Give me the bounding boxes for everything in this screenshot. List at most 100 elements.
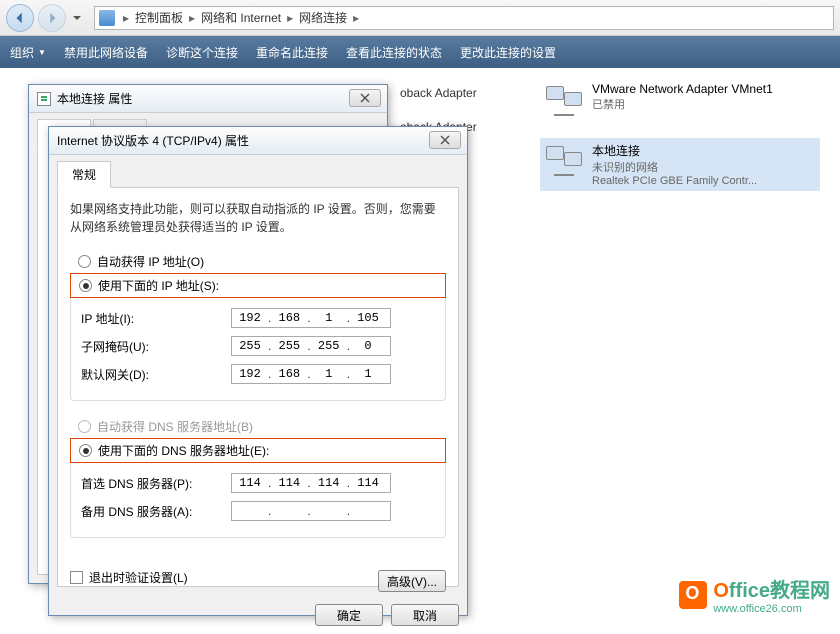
mask-seg-3[interactable] <box>311 339 347 353</box>
adapter-list: VMware Network Adapter VMnet1 已禁用 本地连接 未… <box>540 78 820 207</box>
adapter-vmnet1[interactable]: VMware Network Adapter VMnet1 已禁用 <box>540 78 820 122</box>
gw-seg-2[interactable] <box>271 367 307 381</box>
crumb-separator: ▸ <box>185 11 199 25</box>
dns2-label: 备用 DNS 服务器(A): <box>81 503 231 520</box>
dns2-seg-1[interactable] <box>232 504 268 518</box>
checkbox[interactable] <box>70 571 83 584</box>
close-button[interactable] <box>429 131 461 149</box>
dns1-label: 首选 DNS 服务器(P): <box>81 475 231 492</box>
ip-fields-group: IP 地址(I): . . . 子网掩码(U): . . . <box>70 298 446 401</box>
adapter-local[interactable]: 本地连接 未识别的网络 Realtek PCIe GBE Family Cont… <box>540 138 820 191</box>
organize-label: 组织 <box>10 44 34 61</box>
validate-label: 退出时验证设置(L) <box>89 569 188 586</box>
watermark-icon <box>679 581 707 609</box>
crumb-separator: ▸ <box>119 11 133 25</box>
dns2-seg-3[interactable] <box>311 504 347 518</box>
subnet-mask-label: 子网掩码(U): <box>81 338 231 355</box>
history-dropdown[interactable] <box>70 9 84 27</box>
ip-manual-label: 使用下面的 IP 地址(S): <box>98 277 219 294</box>
ipv4-properties-dialog: Internet 协议版本 4 (TCP/IPv4) 属性 常规 如果网络支持此… <box>48 126 468 616</box>
gw-seg-4[interactable] <box>350 367 386 381</box>
mask-seg-1[interactable] <box>232 339 268 353</box>
ok-button[interactable]: 确定 <box>315 604 383 626</box>
dns2-input[interactable]: . . . <box>231 501 391 521</box>
crumb-network-connections[interactable]: 网络连接 <box>297 9 349 26</box>
dns1-seg-3[interactable] <box>311 476 347 490</box>
ip-seg-2[interactable] <box>271 311 307 325</box>
dialog-title: Internet 协议版本 4 (TCP/IPv4) 属性 <box>57 132 249 149</box>
ip-seg-3[interactable] <box>311 311 347 325</box>
cancel-button[interactable]: 取消 <box>391 604 459 626</box>
dns-manual-label: 使用下面的 DNS 服务器地址(E): <box>98 442 269 459</box>
dialog-titlebar[interactable]: Internet 协议版本 4 (TCP/IPv4) 属性 <box>49 127 467 155</box>
command-bar: 组织 ▼ 禁用此网络设备 诊断这个连接 重命名此连接 查看此连接的状态 更改此连接… <box>0 36 840 68</box>
gw-seg-3[interactable] <box>311 367 347 381</box>
tab-strip: 常规 <box>49 155 467 188</box>
diagnose-connection-button[interactable]: 诊断这个连接 <box>166 44 238 61</box>
gw-seg-1[interactable] <box>232 367 268 381</box>
breadcrumb[interactable]: ▸ 控制面板 ▸ 网络和 Internet ▸ 网络连接 ▸ <box>94 6 834 30</box>
validate-on-exit-row[interactable]: 退出时验证设置(L) 高级(V)... <box>70 562 446 592</box>
watermark-url: www.office26.com <box>713 603 830 615</box>
ip-address-input[interactable]: . . . <box>231 308 391 328</box>
gateway-label: 默认网关(D): <box>81 366 231 383</box>
main-content: oback Adapter oback Adapter VMware Netwo… <box>0 68 840 625</box>
chevron-down-icon <box>73 14 81 22</box>
adapter-name: 本地连接 <box>592 142 757 159</box>
close-button[interactable] <box>349 89 381 107</box>
adapter-status: 已禁用 <box>592 96 773 112</box>
watermark-brand-rest: ffice教程网 <box>729 580 830 602</box>
dns1-seg-1[interactable] <box>232 476 268 490</box>
rename-connection-button[interactable]: 重命名此连接 <box>256 44 328 61</box>
description-text: 如果网络支持此功能，则可以获取自动指派的 IP 设置。否则，您需要从网络系统管理… <box>70 200 446 236</box>
crumb-control-panel[interactable]: 控制面板 <box>133 9 185 26</box>
radio-button[interactable] <box>79 279 92 292</box>
adapter-status: 未识别的网络 <box>592 159 757 175</box>
dns1-seg-4[interactable] <box>350 476 386 490</box>
watermark-brand-o: O <box>713 580 729 602</box>
dns-auto-radio-row: 自动获得 DNS 服务器地址(B) <box>70 415 446 438</box>
subnet-mask-input[interactable]: . . . <box>231 336 391 356</box>
crumb-separator: ▸ <box>283 11 297 25</box>
tab-general[interactable]: 常规 <box>57 161 111 188</box>
radio-button <box>78 420 91 433</box>
ip-seg-1[interactable] <box>232 311 268 325</box>
network-adapter-icon <box>544 142 584 178</box>
dns1-seg-2[interactable] <box>271 476 307 490</box>
disable-device-button[interactable]: 禁用此网络设备 <box>64 44 148 61</box>
address-bar-row: ▸ 控制面板 ▸ 网络和 Internet ▸ 网络连接 ▸ <box>0 0 840 36</box>
dialog-titlebar[interactable]: 本地连接 属性 <box>29 85 387 113</box>
ip-address-label: IP 地址(I): <box>81 310 231 327</box>
gateway-input[interactable]: . . . <box>231 364 391 384</box>
arrow-left-icon <box>13 11 27 25</box>
mask-seg-4[interactable] <box>350 339 386 353</box>
crumb-separator: ▸ <box>349 11 363 25</box>
back-button[interactable] <box>6 4 34 32</box>
advanced-button[interactable]: 高级(V)... <box>378 570 446 592</box>
change-settings-button[interactable]: 更改此连接的设置 <box>460 44 556 61</box>
mask-seg-2[interactable] <box>271 339 307 353</box>
close-icon <box>440 135 450 145</box>
radio-button[interactable] <box>79 444 92 457</box>
radio-button[interactable] <box>78 255 91 268</box>
chevron-down-icon: ▼ <box>38 48 46 57</box>
view-status-button[interactable]: 查看此连接的状态 <box>346 44 442 61</box>
ip-seg-4[interactable] <box>350 311 386 325</box>
dialog-button-row: 确定 取消 <box>49 596 467 634</box>
ip-auto-radio-row[interactable]: 自动获得 IP 地址(O) <box>70 250 446 273</box>
forward-button[interactable] <box>38 4 66 32</box>
crumb-network-internet[interactable]: 网络和 Internet <box>199 9 283 26</box>
dns2-seg-4[interactable] <box>350 504 386 518</box>
dns-fields-group: 首选 DNS 服务器(P): . . . 备用 DNS 服务器(A): . . … <box>70 463 446 538</box>
arrow-right-icon <box>45 11 59 25</box>
tab-content: 如果网络支持此功能，则可以获取自动指派的 IP 设置。否则，您需要从网络系统管理… <box>57 187 459 587</box>
control-panel-icon <box>99 10 115 26</box>
properties-icon <box>37 92 51 106</box>
adapter-name: VMware Network Adapter VMnet1 <box>592 82 773 96</box>
adapter-device: Realtek PCIe GBE Family Contr... <box>592 175 757 187</box>
dns1-input[interactable]: . . . <box>231 473 391 493</box>
organize-menu[interactable]: 组织 ▼ <box>10 44 46 61</box>
dns2-seg-2[interactable] <box>271 504 307 518</box>
ip-manual-radio-row[interactable]: 使用下面的 IP 地址(S): <box>70 273 446 298</box>
dns-manual-radio-row[interactable]: 使用下面的 DNS 服务器地址(E): <box>70 438 446 463</box>
